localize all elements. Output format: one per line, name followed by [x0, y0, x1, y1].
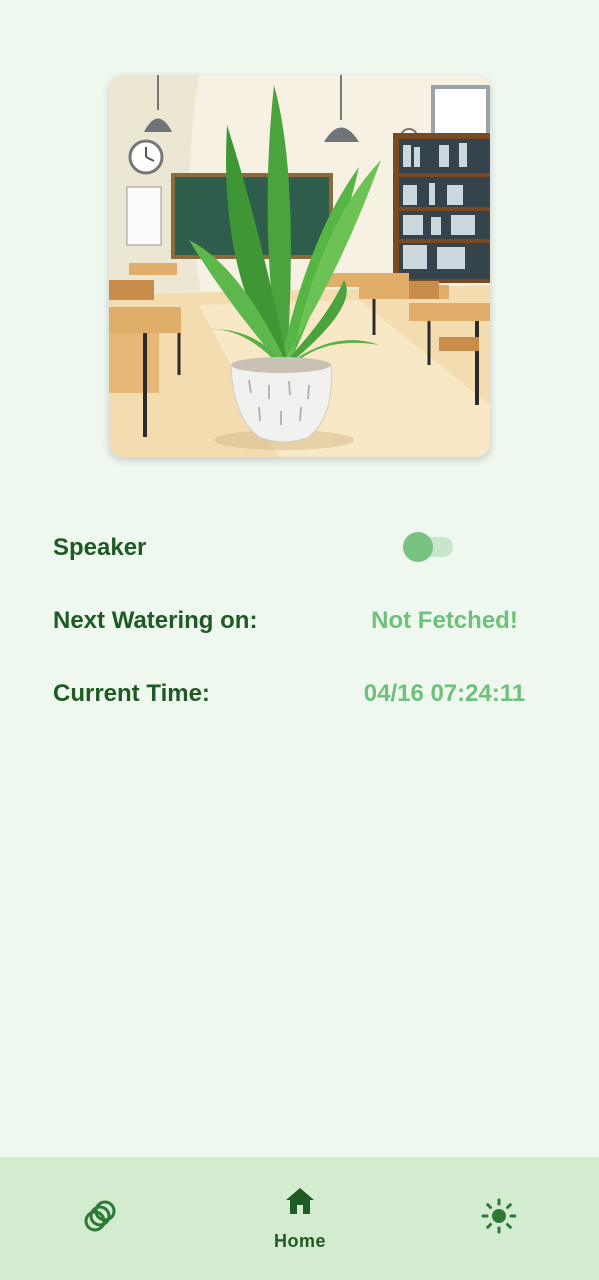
next-watering-row: Next Watering on: Not Fetched! [53, 601, 546, 641]
nav-home-label: Home [273, 1230, 326, 1251]
current-time-label: Current Time: [53, 680, 210, 707]
rings-icon [83, 1199, 117, 1238]
next-watering-label: Next Watering on: [53, 607, 258, 634]
speaker-toggle[interactable] [401, 532, 453, 562]
current-time-row: Current Time: 04/16 07:24:11 [53, 674, 546, 714]
nav-item-sun[interactable] [439, 1157, 559, 1280]
speaker-row: Speaker [53, 528, 546, 568]
speaker-label: Speaker [53, 534, 147, 561]
sun-icon [481, 1198, 517, 1239]
bottom-navigation: Home [0, 1157, 599, 1280]
classroom-plant-image [109, 75, 490, 457]
current-time-value: 04/16 07:24:11 [363, 680, 526, 707]
next-watering-value: Not Fetched! [371, 607, 518, 634]
plant-illustration [109, 75, 490, 457]
nav-item-home[interactable]: Home [240, 1157, 360, 1280]
nav-item-rings[interactable] [40, 1157, 160, 1280]
home-icon [284, 1186, 316, 1221]
toggle-thumb [403, 532, 433, 562]
